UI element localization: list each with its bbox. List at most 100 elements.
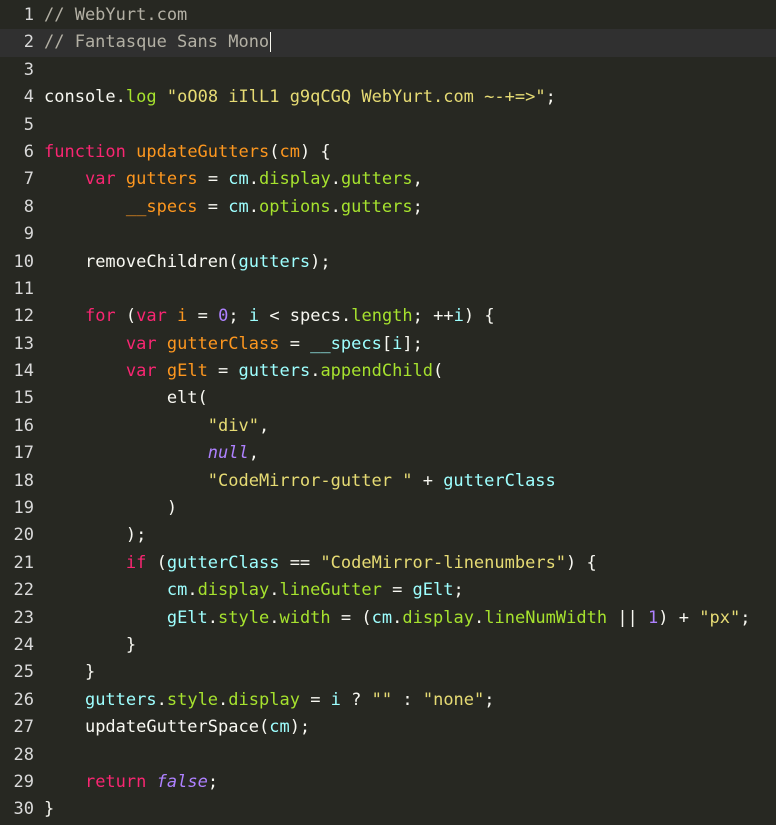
line-code: // Fantasque Sans Mono <box>44 29 776 56</box>
code-token: ) + <box>658 607 700 628</box>
code-line[interactable]: 13 var gutterClass = __specs[i]; <box>0 331 776 358</box>
line-number: 27 <box>13 717 34 738</box>
line-number: 24 <box>13 634 34 655</box>
line-number: 2 <box>23 32 34 53</box>
code-token: i <box>453 306 464 327</box>
code-token: cm <box>371 607 393 628</box>
code-line[interactable]: 19 ) <box>0 495 776 522</box>
line-number: 25 <box>13 662 34 683</box>
code-token: ); <box>289 717 311 738</box>
line-code: __specs = cm.options.gutters; <box>44 194 776 221</box>
code-line[interactable]: 12 for (var i = 0; i < specs.length; ++i… <box>0 303 776 330</box>
code-token: cm <box>166 580 188 601</box>
code-line[interactable]: 16 "div", <box>0 413 776 440</box>
code-line[interactable]: 29 return false; <box>0 769 776 796</box>
code-editor[interactable]: 1 // WebYurt.com 2 // Fantasque Sans Mono 3 4… <box>0 2 776 824</box>
code-token: for <box>84 306 116 327</box>
code-line[interactable]: 1 // WebYurt.com <box>0 2 776 29</box>
code-line[interactable]: 11 <box>0 276 776 303</box>
code-line[interactable]: 23 gElt.style.width = (cm.display.lineNu… <box>0 605 776 632</box>
code-token: ( <box>228 251 239 272</box>
line-code: } <box>44 796 776 823</box>
code-line[interactable]: 28 <box>0 742 776 769</box>
code-token: + <box>412 470 444 491</box>
line-code: console.log "oO08 iIlL1 g9qCGQ WebYurt.c… <box>44 84 776 111</box>
line-number: 29 <box>13 771 34 792</box>
line-code: ); <box>44 522 776 549</box>
code-token: ; ++ <box>412 306 454 327</box>
line-number: 28 <box>13 744 34 765</box>
code-token: ; <box>453 580 464 601</box>
line-number: 1 <box>23 5 34 25</box>
code-line[interactable]: 6 function updateGutters(cm) { <box>0 139 776 166</box>
code-line[interactable]: 30} <box>0 796 776 823</box>
code-line[interactable]: 7 var gutters = cm.display.gutters, <box>0 166 776 193</box>
code-line[interactable]: 24 } <box>0 632 776 659</box>
code-line[interactable]: 9 <box>0 221 776 248</box>
code-line[interactable]: 18 "CodeMirror-gutter " + gutterClass <box>0 468 776 495</box>
code-line[interactable]: 3 <box>0 57 776 84</box>
code-line[interactable]: 27 updateGutterSpace(cm); <box>0 714 776 741</box>
code-line[interactable]: 17 null, <box>0 440 776 467</box>
code-token: null <box>207 443 249 464</box>
code-token: gutters <box>84 689 157 710</box>
code-token: return <box>84 771 147 792</box>
code-token: "CodeMirror-linenumbers" <box>320 552 567 573</box>
code-line[interactable]: 10 removeChildren(gutters); <box>0 249 776 276</box>
line-number: 16 <box>13 415 34 436</box>
code-token: width <box>279 607 331 628</box>
code-token: . <box>330 169 341 190</box>
line-code: ) <box>44 495 776 522</box>
code-line[interactable]: 14 var gElt = gutters.appendChild( <box>0 358 776 385</box>
code-line[interactable]: 22 cm.display.lineGutter = gElt; <box>0 577 776 604</box>
code-line[interactable]: 5 <box>0 112 776 139</box>
code-line[interactable]: 26 gutters.style.display = i ? "" : "non… <box>0 687 776 714</box>
line-number: 20 <box>13 525 34 546</box>
code-line[interactable]: 2 // Fantasque Sans Mono <box>0 29 776 57</box>
line-number: 11 <box>13 278 34 299</box>
code-token: style <box>218 607 270 628</box>
line-code: } <box>44 659 776 686</box>
code-line[interactable]: 15 elt( <box>0 385 776 412</box>
code-token: = <box>207 361 239 382</box>
line-number: 9 <box>23 224 34 245</box>
line-number: 30 <box>13 799 34 820</box>
line-number: 12 <box>13 306 34 327</box>
line-number: 22 <box>13 580 34 601</box>
code-token: removeChildren <box>84 251 229 272</box>
line-code: elt( <box>44 385 776 412</box>
code-line[interactable]: 20 ); <box>0 522 776 549</box>
code-token: display <box>197 580 270 601</box>
code-line[interactable]: 8 __specs = cm.options.gutters; <box>0 194 776 221</box>
line-code: updateGutterSpace(cm); <box>44 714 776 741</box>
code-token: ( <box>258 717 270 738</box>
code-line[interactable]: 25 } <box>0 659 776 686</box>
code-token: cm <box>228 169 249 190</box>
code-token: false <box>156 771 208 792</box>
code-token: ) { <box>299 141 331 162</box>
code-token: || <box>607 607 649 628</box>
code-token: 0 <box>218 306 229 327</box>
code-token: ; <box>412 196 423 217</box>
code-token: ); <box>310 251 331 272</box>
line-code: gutters.style.display = i ? "" : "none"; <box>44 687 776 714</box>
line-number: 21 <box>13 552 34 573</box>
code-token: = ( <box>330 607 372 628</box>
code-token: gElt <box>412 580 454 601</box>
code-token: i <box>330 689 341 710</box>
code-token: ( <box>146 552 167 573</box>
code-token: ( <box>269 141 280 162</box>
code-line[interactable]: 21 if (gutterClass == "CodeMirror-linenu… <box>0 550 776 577</box>
code-token: ; <box>484 689 495 710</box>
line-code: return false; <box>44 769 776 796</box>
code-line[interactable]: 4 console.log "oO08 iIlL1 g9qCGQ WebYurt.… <box>0 84 776 111</box>
